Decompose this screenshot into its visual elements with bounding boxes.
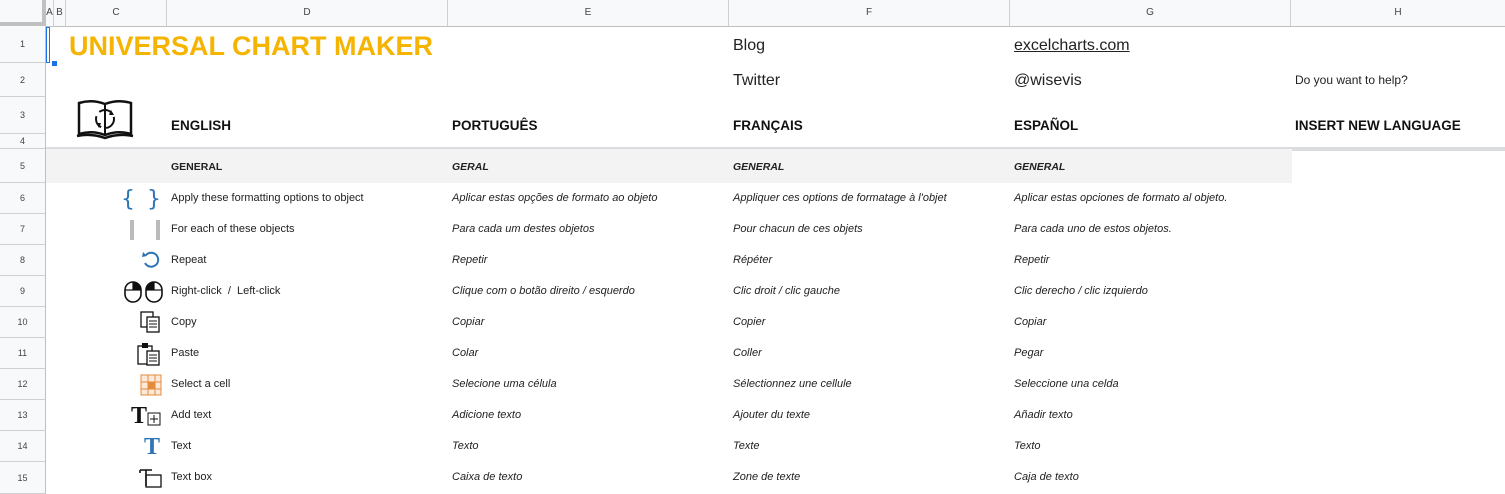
term-pt: Colar bbox=[452, 347, 479, 359]
term-fr: Appliquer ces options de formatage à l'o… bbox=[733, 192, 947, 204]
insert-language-header[interactable]: INSERT NEW LANGUAGE bbox=[1295, 118, 1461, 133]
row-header-15[interactable]: 15 bbox=[0, 462, 46, 494]
term-es: Clic derecho / clic izquierdo bbox=[1014, 285, 1148, 297]
term-es: Repetir bbox=[1014, 254, 1050, 266]
term-pt: Para cada um destes objetos bbox=[452, 223, 595, 235]
row-header-14[interactable]: 14 bbox=[0, 431, 46, 462]
term-pt: Texto bbox=[452, 440, 479, 452]
general-en: GENERAL bbox=[171, 161, 223, 173]
term-pt: Selecione uma célula bbox=[452, 378, 557, 390]
row-header-1[interactable]: 1 bbox=[0, 26, 46, 63]
blog-link[interactable]: excelcharts.com bbox=[1014, 37, 1130, 55]
blog-label: Blog bbox=[733, 37, 766, 54]
term-pt: Copiar bbox=[452, 316, 485, 328]
column-header-h[interactable]: H bbox=[1291, 0, 1505, 26]
term-es: Texto bbox=[1014, 440, 1041, 452]
term-en: Select a cell bbox=[171, 378, 231, 390]
term-pt: Clique com o botão direito / esquerdo bbox=[452, 285, 635, 297]
row-header-12[interactable]: 12 bbox=[0, 369, 46, 400]
term-es: Pegar bbox=[1014, 347, 1044, 359]
column-header-g[interactable]: G bbox=[1010, 0, 1291, 26]
add-text-icon: T bbox=[131, 403, 163, 429]
term-fr: Copier bbox=[733, 316, 766, 328]
term-fr: Zone de texte bbox=[733, 471, 801, 483]
term-es: Aplicar estas opciones de formato al obj… bbox=[1014, 192, 1228, 204]
term-en: Right-click / Left-click bbox=[171, 285, 281, 297]
term-es: Seleccione una celda bbox=[1014, 378, 1119, 390]
general-es: GENERAL bbox=[1014, 161, 1066, 173]
general-pt: GERAL bbox=[452, 161, 489, 173]
column-header-e[interactable]: E bbox=[448, 0, 729, 26]
term-fr: Clic droit / clic gauche bbox=[733, 285, 840, 297]
row-header-2[interactable]: 2 bbox=[0, 63, 46, 97]
select-all-corner[interactable] bbox=[0, 0, 46, 26]
page-title: UNIVERSAL CHART MAKER bbox=[69, 31, 434, 61]
row-header-3[interactable]: 3 bbox=[0, 97, 46, 134]
row-header-9[interactable]: 9 bbox=[0, 276, 46, 307]
row-header-13[interactable]: 13 bbox=[0, 400, 46, 431]
term-pt: Adicione texto bbox=[452, 409, 522, 421]
column-header-f[interactable]: F bbox=[729, 0, 1010, 26]
row-header-6[interactable]: 6 bbox=[0, 183, 46, 214]
paste-icon bbox=[136, 341, 162, 367]
term-en: Copy bbox=[171, 316, 197, 328]
term-fr: Sélectionnez une cellule bbox=[733, 378, 852, 390]
term-es: Caja de texto bbox=[1014, 471, 1079, 483]
general-row-band bbox=[46, 149, 1292, 183]
term-es: Copiar bbox=[1014, 316, 1047, 328]
copy-icon bbox=[139, 310, 163, 334]
term-en: Repeat bbox=[171, 254, 207, 266]
column-header-d[interactable]: D bbox=[167, 0, 448, 26]
term-fr: Répéter bbox=[733, 254, 773, 266]
term-fr: Texte bbox=[733, 440, 760, 452]
lang-header-english: ENGLISH bbox=[171, 118, 232, 133]
term-en: Text bbox=[171, 440, 192, 452]
general-fr: GENERAL bbox=[733, 161, 785, 173]
term-es: Para cada uno de estos objetos. bbox=[1014, 223, 1172, 235]
text-box-icon bbox=[138, 467, 164, 489]
row-header-8[interactable]: 8 bbox=[0, 245, 46, 276]
row-header-7[interactable]: 7 bbox=[0, 214, 46, 245]
bars-icon bbox=[128, 218, 164, 242]
svg-text:T: T bbox=[131, 403, 147, 429]
row-header-4[interactable]: 4 bbox=[0, 134, 46, 149]
term-en: Apply these formatting options to object bbox=[171, 192, 364, 204]
term-es: Añadir texto bbox=[1014, 409, 1073, 421]
column-header-a[interactable]: A bbox=[46, 0, 54, 26]
term-en: Add text bbox=[171, 409, 212, 421]
term-en: Paste bbox=[171, 347, 200, 359]
lang-header-francais: FRANÇAIS bbox=[733, 118, 803, 133]
column-header-b[interactable]: B bbox=[54, 0, 66, 26]
book-logo-icon bbox=[76, 98, 134, 142]
twitter-label: Twitter bbox=[733, 72, 781, 89]
term-fr: Pour chacun de ces objets bbox=[733, 223, 863, 235]
braces-icon: {} bbox=[121, 186, 173, 212]
repeat-icon bbox=[140, 249, 162, 271]
term-fr: Coller bbox=[733, 347, 762, 359]
twitter-handle[interactable]: @wisevis bbox=[1014, 72, 1082, 90]
mouse-icon bbox=[123, 280, 165, 304]
term-fr: Ajouter du texte bbox=[733, 409, 811, 421]
help-prompt: Do you want to help? bbox=[1295, 73, 1408, 87]
selected-cell-a1[interactable] bbox=[46, 27, 50, 63]
lang-header-portugues: PORTUGUÊS bbox=[452, 118, 538, 133]
term-en: For each of these objects bbox=[171, 223, 295, 235]
text-icon: T bbox=[143, 434, 160, 460]
fill-handle[interactable] bbox=[52, 61, 57, 66]
row-header-11[interactable]: 11 bbox=[0, 338, 46, 369]
term-pt: Caixa de texto bbox=[452, 471, 523, 483]
term-pt: Aplicar estas opções de formato ao objet… bbox=[452, 192, 658, 204]
term-en: Text box bbox=[171, 471, 212, 483]
select-cell-icon bbox=[140, 374, 162, 396]
column-header-c[interactable]: C bbox=[66, 0, 167, 26]
row-header-10[interactable]: 10 bbox=[0, 307, 46, 338]
row-header-5[interactable]: 5 bbox=[0, 149, 46, 183]
lang-header-espanol: ESPAÑOL bbox=[1014, 118, 1079, 133]
term-pt: Repetir bbox=[452, 254, 488, 266]
